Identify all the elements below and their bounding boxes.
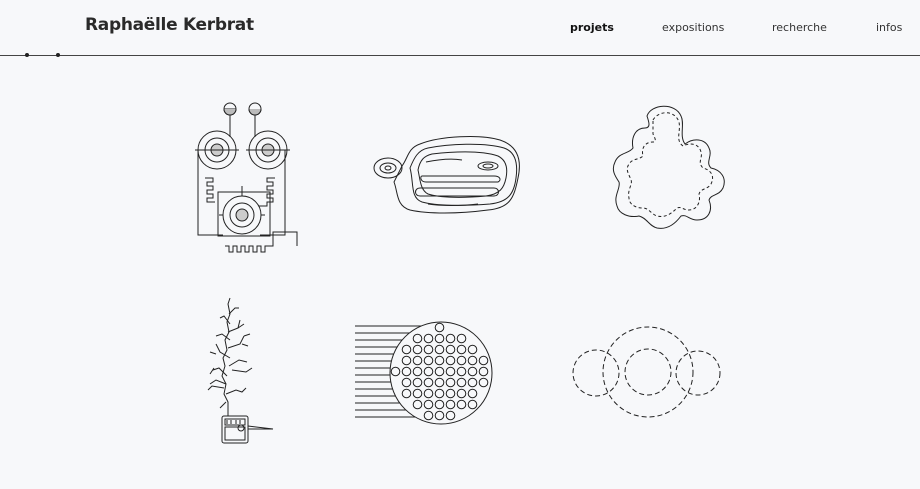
leaf-icon xyxy=(612,105,725,229)
project-tile-5[interactable] xyxy=(353,318,495,428)
project-tile-4[interactable] xyxy=(198,296,278,448)
dot-sphere-icon xyxy=(355,321,493,425)
site-title[interactable]: Raphaëlle Kerbrat xyxy=(85,15,254,35)
contour-map-icon xyxy=(373,136,520,214)
dashed-circles-icon xyxy=(572,326,721,418)
header-divider xyxy=(0,55,920,56)
nav-item-infos[interactable]: infos xyxy=(876,21,902,34)
nav-item-recherche[interactable]: recherche xyxy=(772,21,827,34)
divider-dot xyxy=(25,53,29,57)
site-header: Raphaëlle Kerbrat projets expositions re… xyxy=(0,0,920,57)
divider-dot xyxy=(56,53,60,57)
project-tile-3[interactable] xyxy=(595,100,735,255)
project-tile-1[interactable] xyxy=(185,98,300,258)
circuit-icon xyxy=(195,102,298,253)
project-tile-6[interactable] xyxy=(570,325,725,421)
project-tile-2[interactable] xyxy=(370,128,522,228)
nav-item-projets[interactable]: projets xyxy=(570,21,614,34)
nav-item-expositions[interactable]: expositions xyxy=(662,21,724,34)
branching-sensor-icon xyxy=(207,297,274,444)
